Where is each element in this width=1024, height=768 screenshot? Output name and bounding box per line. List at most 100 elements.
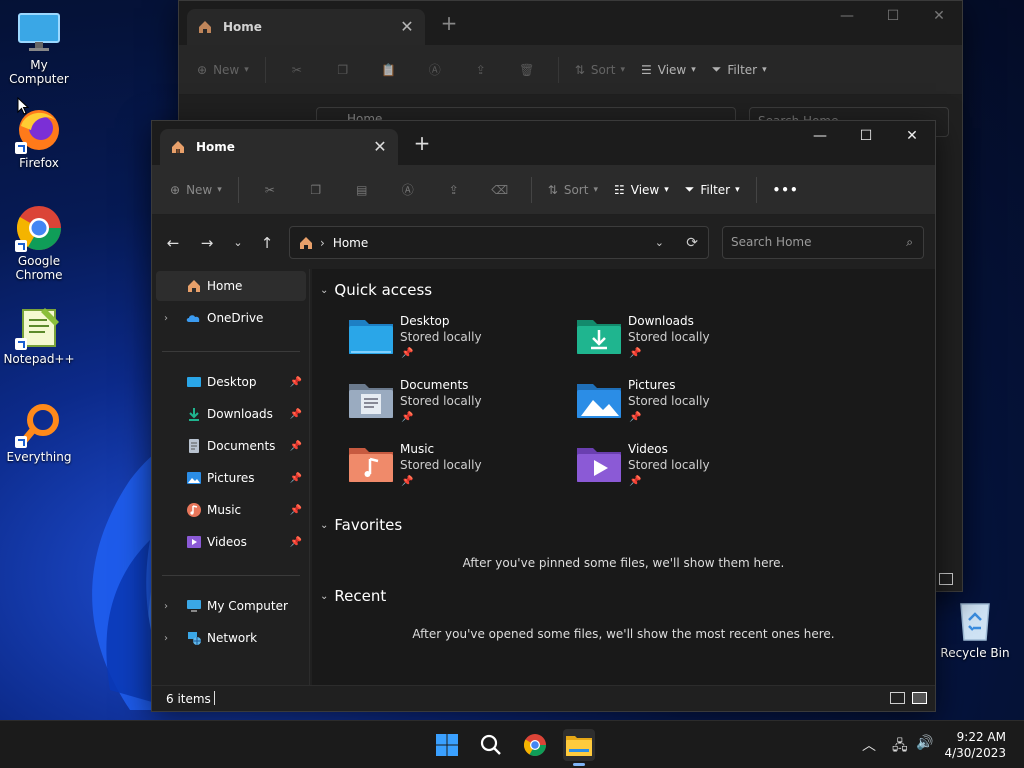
sidebar-item-documents[interactable]: Documents 📌 — [156, 431, 306, 461]
search-icon — [480, 734, 501, 755]
show-hidden-icons-chevron[interactable]: ︿ — [862, 735, 876, 755]
rename-icon[interactable]: Ⓐ — [412, 54, 458, 86]
paste-icon[interactable]: ▤ — [339, 174, 385, 206]
maximize-button[interactable]: ☐ — [843, 121, 889, 151]
up-arrow-icon[interactable]: ↑ — [255, 231, 279, 255]
address-bar[interactable]: › Home ⌄ ⟳ — [289, 226, 709, 259]
sort-button[interactable]: ⇅ Sort ▾ — [540, 174, 606, 206]
desktop-icon-everything[interactable]: Everything — [0, 400, 78, 464]
pin-icon[interactable]: 📌 — [290, 377, 302, 388]
pin-icon[interactable]: 📌 — [290, 473, 302, 484]
expand-chevron-icon[interactable]: › — [164, 633, 168, 644]
quick-access-item-videos[interactable]: Videos Stored locally 📌 — [577, 442, 777, 496]
network-icon[interactable]: 🖧 — [892, 735, 908, 759]
sidebar-item-onedrive[interactable]: › OneDrive — [156, 303, 306, 333]
quick-access-item-downloads[interactable]: Downloads Stored locally 📌 — [577, 314, 777, 368]
forward-arrow-icon[interactable]: → — [195, 231, 219, 255]
collapse-chevron-icon[interactable]: ⌄ — [320, 591, 328, 602]
view-button[interactable]: ☰ View ▾ — [633, 54, 704, 86]
delete-icon[interactable]: 🗑 — [504, 54, 550, 86]
share-icon[interactable]: ⇪ — [431, 174, 477, 206]
close-tab-icon[interactable]: ✕ — [370, 137, 390, 157]
desktop-icon-my-computer[interactable]: My Computer — [0, 8, 78, 86]
close-tab-icon[interactable]: ✕ — [397, 17, 417, 37]
pin-icon[interactable]: 📌 — [290, 409, 302, 420]
clock[interactable]: 9:22 AM 4/30/2023 — [944, 729, 1006, 761]
more-options-button[interactable]: ••• — [765, 174, 807, 206]
breadcrumb-chevron-icon: › — [320, 235, 325, 250]
rename-icon[interactable]: Ⓐ — [385, 174, 431, 206]
view-button[interactable]: ☷ View ▾ — [606, 174, 677, 206]
back-tab[interactable]: Home ✕ — [187, 9, 425, 45]
sidebar-item-desktop[interactable]: Desktop 📌 — [156, 367, 306, 397]
collapse-chevron-icon[interactable]: ⌄ — [320, 520, 328, 531]
quick-access-item-documents[interactable]: Documents Stored locally 📌 — [349, 378, 549, 432]
tiles-view-icon[interactable] — [912, 692, 927, 704]
start-button[interactable] — [431, 729, 463, 761]
filter-button[interactable]: ⏷ Filter ▾ — [704, 54, 775, 86]
tiles-view-icon[interactable] — [939, 573, 953, 585]
collapse-chevron-icon[interactable]: ⌄ — [320, 285, 328, 296]
tab-home[interactable]: Home ✕ — [160, 129, 398, 165]
quick-access-item-music[interactable]: Music Stored locally 📌 — [349, 442, 549, 496]
desktop-icon-firefox[interactable]: Firefox — [0, 106, 78, 170]
recycle-bin-icon — [951, 596, 999, 644]
new-button[interactable]: ⊕ New ▾ — [189, 54, 257, 86]
search-button[interactable] — [475, 729, 507, 761]
section-recent[interactable]: ⌄ Recent — [320, 587, 386, 605]
titlebar[interactable]: Home ✕ + — ☐ ✕ — [152, 121, 935, 165]
expand-chevron-icon[interactable]: › — [164, 313, 168, 324]
sidebar-item-videos[interactable]: Videos 📌 — [156, 527, 306, 557]
pin-icon[interactable]: 📌 — [290, 441, 302, 452]
section-quick-access[interactable]: ⌄ Quick access — [320, 281, 432, 299]
sidebar-item-network[interactable]: › Network — [156, 623, 306, 653]
delete-icon[interactable]: ⌫ — [477, 174, 523, 206]
section-favorites[interactable]: ⌄ Favorites — [320, 516, 402, 534]
network-icon — [188, 632, 201, 645]
back-titlebar[interactable]: Home ✕ + — ☐ ✕ — [179, 1, 962, 45]
search-input[interactable]: Search Home ⌕ — [722, 226, 924, 259]
details-view-icon[interactable] — [890, 692, 905, 704]
address-dropdown-icon[interactable]: ⌄ — [655, 236, 664, 249]
item-count: 6 items — [166, 692, 211, 706]
taskbar-chrome[interactable] — [519, 729, 551, 761]
new-tab-button[interactable]: + — [410, 131, 434, 155]
pin-icon[interactable]: 📌 — [290, 505, 302, 516]
sidebar-item-my-computer[interactable]: › My Computer — [156, 591, 306, 621]
desktop-icon-chrome[interactable]: Google Chrome — [0, 204, 78, 282]
new-button[interactable]: ⊕ New ▾ — [162, 174, 230, 206]
quick-access-item-pictures[interactable]: Pictures Stored locally 📌 — [577, 378, 777, 432]
sidebar-item-pictures[interactable]: Pictures 📌 — [156, 463, 306, 493]
sidebar-item-music[interactable]: Music 📌 — [156, 495, 306, 525]
close-window-button[interactable]: ✕ — [889, 121, 935, 151]
new-tab-button[interactable]: + — [437, 11, 461, 35]
pin-icon[interactable]: 📌 — [290, 537, 302, 548]
explorer-window[interactable]: Home ✕ + — ☐ ✕ ⊕ New ▾ ✂ ❐ ▤ Ⓐ ⇪ ⌫ ⇅ Sort ▾ … — [151, 120, 936, 712]
volume-icon[interactable]: 🔊 — [916, 735, 933, 751]
desktop-icon-label: Recycle Bin — [940, 646, 1010, 660]
desktop-icon-recycle-bin[interactable]: Recycle Bin — [936, 596, 1014, 660]
maximize-button[interactable]: ☐ — [870, 1, 916, 31]
shortcut-arrow-icon — [15, 142, 27, 154]
filter-button[interactable]: ⏷ Filter ▾ — [677, 174, 748, 206]
copy-icon[interactable]: ❐ — [320, 54, 366, 86]
recent-locations-chevron-icon[interactable]: ⌄ — [226, 231, 250, 255]
share-icon[interactable]: ⇪ — [458, 54, 504, 86]
refresh-icon[interactable]: ⟳ — [686, 235, 698, 251]
sidebar-item-downloads[interactable]: Downloads 📌 — [156, 399, 306, 429]
close-window-button[interactable]: ✕ — [916, 1, 962, 31]
back-arrow-icon[interactable]: ← — [161, 231, 185, 255]
copy-icon[interactable]: ❐ — [293, 174, 339, 206]
breadcrumb-home[interactable]: Home — [333, 236, 368, 250]
cut-icon[interactable]: ✂ — [247, 174, 293, 206]
desktop-icon-notepadpp[interactable]: Notepad++ — [0, 302, 78, 366]
paste-icon[interactable]: 📋 — [366, 54, 412, 86]
cut-icon[interactable]: ✂ — [274, 54, 320, 86]
taskbar-file-explorer[interactable] — [563, 729, 595, 766]
sort-button[interactable]: ⇅ Sort ▾ — [567, 54, 633, 86]
minimize-button[interactable]: — — [797, 121, 843, 151]
quick-access-item-desktop[interactable]: Desktop Stored locally 📌 — [349, 314, 549, 368]
minimize-button[interactable]: — — [824, 1, 870, 31]
sidebar-item-home[interactable]: Home — [156, 271, 306, 301]
expand-chevron-icon[interactable]: › — [164, 601, 168, 612]
